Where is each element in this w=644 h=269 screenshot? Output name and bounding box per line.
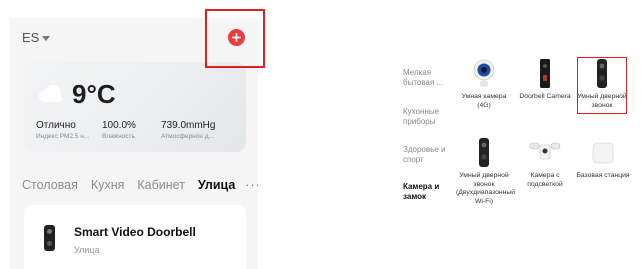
humidity-stat: 100.0% Влажность xyxy=(102,120,136,140)
more-rooms-icon[interactable]: ··· xyxy=(245,178,258,192)
humidity-value: 100.0% xyxy=(102,120,136,131)
category-kitchen[interactable]: Кухонные приборы xyxy=(403,107,449,127)
product-camera-4g[interactable]: Умная камера (4G) xyxy=(456,58,512,110)
temperature: 9°C xyxy=(72,79,116,109)
home-selector[interactable]: ES xyxy=(22,30,51,45)
weather-card[interactable]: 9°C Отлично Индекс PM2.5 н... 100.0% Вла… xyxy=(24,62,246,152)
tab-kabinet[interactable]: Кабинет xyxy=(137,178,185,192)
base-station-icon xyxy=(592,142,614,164)
category-health[interactable]: Здоровье и спорт xyxy=(403,145,449,165)
product-camera-4g-label: Умная камера (4G) xyxy=(461,93,507,109)
tab-ulitsa[interactable]: Улица xyxy=(198,178,235,192)
humidity-label: Влажность xyxy=(102,133,135,140)
device-catalog: Мелкая бытовая ... Кухонные приборы Здор… xyxy=(395,50,644,269)
tab-kukhnya[interactable]: Кухня xyxy=(91,178,124,192)
doorbell-camera-icon xyxy=(540,59,550,88)
camera-4g-icon xyxy=(473,59,495,87)
category-small-appliances[interactable]: Мелкая бытовая ... xyxy=(403,68,449,88)
doorbell-dualband-icon xyxy=(479,138,489,167)
tab-stolovaya[interactable]: Столовая xyxy=(22,178,78,192)
pressure-label: Атмосферное д... xyxy=(161,133,214,140)
product-doorbell-dualband[interactable]: Умный дверной звонок (Двухдиапазонный Wi… xyxy=(456,137,516,206)
pm25-label: Индекс PM2.5 н... xyxy=(36,133,90,140)
doorbell-device-icon xyxy=(44,225,55,251)
cloud-icon xyxy=(39,85,62,102)
caret-down-icon xyxy=(42,36,51,41)
pressure-value: 739.0mmHg xyxy=(161,120,216,131)
product-floodlight-camera-label: Камера с подсветкой xyxy=(527,172,563,188)
pm25-stat: Отлично Индекс PM2.5 н... xyxy=(36,120,89,140)
product-doorbell-dualband-label: Умный дверной звонок (Двухдиапазонный Wi… xyxy=(456,172,516,205)
room-tabs: Столовая Кухня Кабинет Улица ··· xyxy=(22,178,258,192)
product-highlight xyxy=(577,57,627,114)
device-card[interactable]: Smart Video Doorbell Улица xyxy=(24,205,246,269)
product-doorbell-camera[interactable]: Doorbell Camera xyxy=(517,58,573,102)
pm25-value: Отлично xyxy=(36,120,76,131)
device-name: Smart Video Doorbell xyxy=(74,225,196,239)
home-name: ES xyxy=(22,30,40,45)
product-base-station[interactable]: Базовая станция xyxy=(575,137,631,181)
floodlight-camera-icon xyxy=(529,142,561,160)
product-floodlight-camera[interactable]: Камера с подсветкой xyxy=(517,137,573,189)
product-base-station-label: Базовая станция xyxy=(576,172,630,179)
pressure-stat: 739.0mmHg Атмосферное д... xyxy=(161,120,215,140)
product-doorbell-camera-label: Doorbell Camera xyxy=(519,93,571,100)
device-room: Улица xyxy=(74,245,100,255)
add-button-highlight xyxy=(205,9,265,68)
category-camera-lock[interactable]: Камера и замок xyxy=(403,182,449,202)
